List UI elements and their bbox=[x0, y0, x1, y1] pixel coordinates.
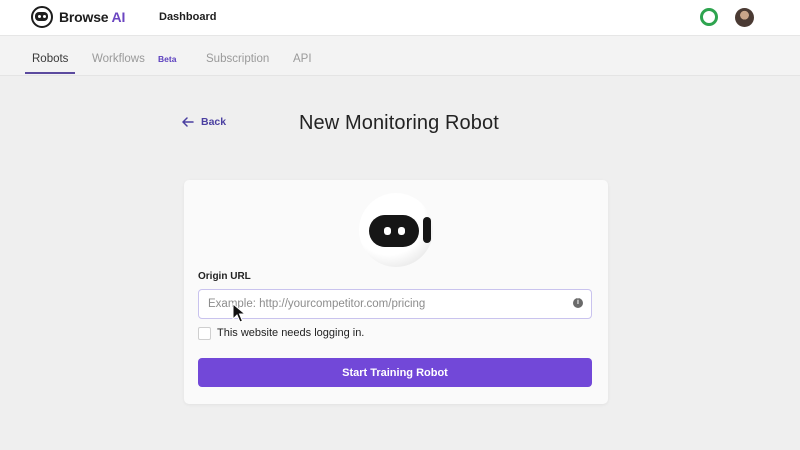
new-robot-card: Origin URL i This website needs logging … bbox=[184, 180, 608, 404]
info-icon[interactable]: i bbox=[573, 298, 583, 308]
login-checkbox[interactable] bbox=[198, 327, 211, 340]
tab-workflows[interactable]: Workflows bbox=[92, 53, 145, 65]
nav-dashboard-link[interactable]: Dashboard bbox=[159, 11, 216, 23]
status-ring-icon[interactable] bbox=[700, 8, 718, 26]
tab-robots[interactable]: Robots bbox=[32, 53, 68, 65]
origin-url-input[interactable] bbox=[198, 289, 592, 319]
tab-subscription[interactable]: Subscription bbox=[206, 53, 269, 65]
back-label: Back bbox=[201, 116, 227, 128]
logo-text: Browse AI bbox=[59, 9, 126, 25]
active-tab-indicator bbox=[25, 72, 75, 74]
back-link[interactable]: Back bbox=[182, 116, 226, 128]
login-checkbox-label[interactable]: This website needs logging in. bbox=[217, 327, 364, 339]
page-title: New Monitoring Robot bbox=[299, 112, 499, 134]
tabs-bar: Robots Workflows Beta Subscription API bbox=[0, 36, 800, 76]
mouse-pointer-icon bbox=[232, 303, 246, 323]
origin-url-label: Origin URL bbox=[198, 271, 251, 282]
top-header: Browse AI Dashboard bbox=[0, 0, 800, 36]
logo[interactable]: Browse AI bbox=[31, 6, 125, 28]
robot-mascot-icon bbox=[359, 193, 433, 267]
start-training-button[interactable]: Start Training Robot bbox=[198, 358, 592, 387]
tab-api[interactable]: API bbox=[293, 53, 312, 65]
browse-ai-logo-icon bbox=[31, 6, 53, 28]
user-avatar[interactable] bbox=[735, 8, 754, 27]
arrow-left-icon bbox=[182, 117, 194, 127]
beta-badge: Beta bbox=[158, 54, 177, 64]
